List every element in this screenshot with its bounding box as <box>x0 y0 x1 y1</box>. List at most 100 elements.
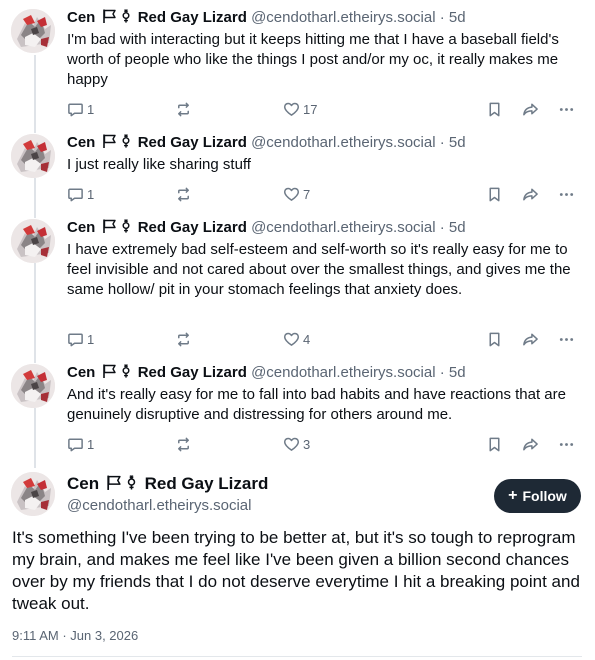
share-button[interactable] <box>522 329 539 349</box>
more-button[interactable] <box>558 184 575 204</box>
thread-post[interactable]: Cen Red Gay Lizard @cendotharl.etheirys.… <box>0 355 595 460</box>
reply-count: 1 <box>87 186 95 202</box>
author-name: Cen <box>67 474 100 493</box>
heart-icon <box>283 101 300 118</box>
avatar[interactable] <box>11 9 55 53</box>
reply-button[interactable]: 1 <box>67 329 94 349</box>
share-button[interactable] <box>522 434 539 454</box>
reply-icon <box>67 331 84 348</box>
post-actions: 1 7 <box>67 184 582 204</box>
post-text: I'm bad with interacting but it keeps hi… <box>67 31 559 88</box>
divider <box>12 656 582 657</box>
author-name-suffix[interactable]: Red Gay Lizard <box>138 134 247 151</box>
genderqueer-symbol-icon <box>124 474 139 491</box>
more-icon <box>558 186 575 203</box>
more-button[interactable] <box>558 99 575 119</box>
flag-icon <box>101 218 117 234</box>
more-icon <box>558 436 575 453</box>
author-name-suffix[interactable]: Red Gay Lizard <box>138 219 247 236</box>
avatar[interactable] <box>11 134 55 178</box>
like-count: 3 <box>303 436 311 452</box>
repost-icon <box>175 331 192 348</box>
reply-button[interactable]: 1 <box>67 184 94 204</box>
genderqueer-symbol-icon <box>119 133 133 149</box>
author-name-suffix[interactable]: Red Gay Lizard <box>138 364 247 381</box>
share-icon <box>522 186 539 203</box>
like-count: 17 <box>303 101 318 117</box>
share-icon <box>522 331 539 348</box>
author-handle[interactable]: @cendotharl.etheirys.social <box>251 364 435 381</box>
author-name[interactable]: Cen <box>67 364 95 381</box>
like-button[interactable]: 3 <box>283 434 310 454</box>
author-handle[interactable]: @cendotharl.etheirys.social <box>251 9 435 26</box>
bookmark-button[interactable] <box>486 99 503 119</box>
repost-button[interactable] <box>175 99 192 119</box>
share-button[interactable] <box>522 99 539 119</box>
reply-count: 1 <box>87 436 95 452</box>
avatar[interactable] <box>11 219 55 263</box>
author-display-name[interactable]: Cen Red Gay Lizard <box>67 474 268 494</box>
like-button[interactable]: 7 <box>283 184 310 204</box>
more-icon <box>558 331 575 348</box>
thread-post[interactable]: Cen Red Gay Lizard @cendotharl.etheirys.… <box>0 125 595 210</box>
post-time[interactable]: 5d <box>449 134 466 151</box>
post-time[interactable]: 5d <box>449 364 466 381</box>
share-button[interactable] <box>522 184 539 204</box>
flag-icon <box>101 363 117 379</box>
post-text: I have extremely bad self-esteem and sel… <box>67 241 571 298</box>
bookmark-button[interactable] <box>486 434 503 454</box>
author-handle[interactable]: @cendotharl.etheirys.social <box>251 219 435 236</box>
genderqueer-symbol-icon <box>119 8 133 24</box>
repost-icon <box>175 186 192 203</box>
like-count: 4 <box>303 331 311 347</box>
reply-icon <box>67 101 84 118</box>
repost-button[interactable] <box>175 184 192 204</box>
avatar[interactable] <box>11 364 55 408</box>
follow-button[interactable]: + Follow <box>494 479 581 513</box>
bookmark-icon <box>486 331 503 348</box>
author-handle[interactable]: @cendotharl.etheirys.social <box>67 497 251 514</box>
post-header: Cen Red Gay Lizard @cendotharl.etheirys.… <box>67 133 466 151</box>
flag-icon <box>101 8 117 24</box>
thread-post[interactable]: Cen Red Gay Lizard @cendotharl.etheirys.… <box>0 210 595 355</box>
reply-button[interactable]: 1 <box>67 434 94 454</box>
reply-count: 1 <box>87 101 95 117</box>
heart-icon <box>283 436 300 453</box>
post-time[interactable]: 5d <box>449 9 466 26</box>
follow-label: Follow <box>522 488 567 504</box>
author-handle[interactable]: @cendotharl.etheirys.social <box>251 134 435 151</box>
post-header: Cen Red Gay Lizard @cendotharl.etheirys.… <box>67 8 466 26</box>
flag-icon <box>105 474 122 491</box>
heart-icon <box>283 331 300 348</box>
post-text: I just really like sharing stuff <box>67 156 251 173</box>
post-text: It's something I've been trying to be be… <box>12 528 580 613</box>
bookmark-button[interactable] <box>486 184 503 204</box>
post-time[interactable]: 5d <box>449 219 466 236</box>
author-name-suffix[interactable]: Red Gay Lizard <box>138 9 247 26</box>
repost-button[interactable] <box>175 329 192 349</box>
repost-icon <box>175 101 192 118</box>
more-button[interactable] <box>558 329 575 349</box>
repost-icon <box>175 436 192 453</box>
reply-button[interactable]: 1 <box>67 99 94 119</box>
post-actions: 1 17 <box>67 99 582 119</box>
share-icon <box>522 436 539 453</box>
post-text: And it's really easy for me to fall into… <box>67 386 566 423</box>
like-button[interactable]: 4 <box>283 329 310 349</box>
flag-icon <box>101 133 117 149</box>
author-name-suffix: Red Gay Lizard <box>144 474 269 493</box>
like-button[interactable]: 17 <box>283 99 317 119</box>
more-button[interactable] <box>558 434 575 454</box>
author-name[interactable]: Cen <box>67 134 95 151</box>
post-timestamp[interactable]: 9:11 AM · Jun 3, 2026 <box>12 628 138 643</box>
repost-button[interactable] <box>175 434 192 454</box>
bookmark-button[interactable] <box>486 329 503 349</box>
author-name[interactable]: Cen <box>67 9 95 26</box>
post-actions: 1 3 <box>67 434 582 454</box>
reply-count: 1 <box>87 331 95 347</box>
like-count: 7 <box>303 186 311 202</box>
thread-post[interactable]: Cen Red Gay Lizard @cendotharl.etheirys.… <box>0 0 595 125</box>
author-name[interactable]: Cen <box>67 219 95 236</box>
avatar[interactable] <box>11 472 55 516</box>
heart-icon <box>283 186 300 203</box>
